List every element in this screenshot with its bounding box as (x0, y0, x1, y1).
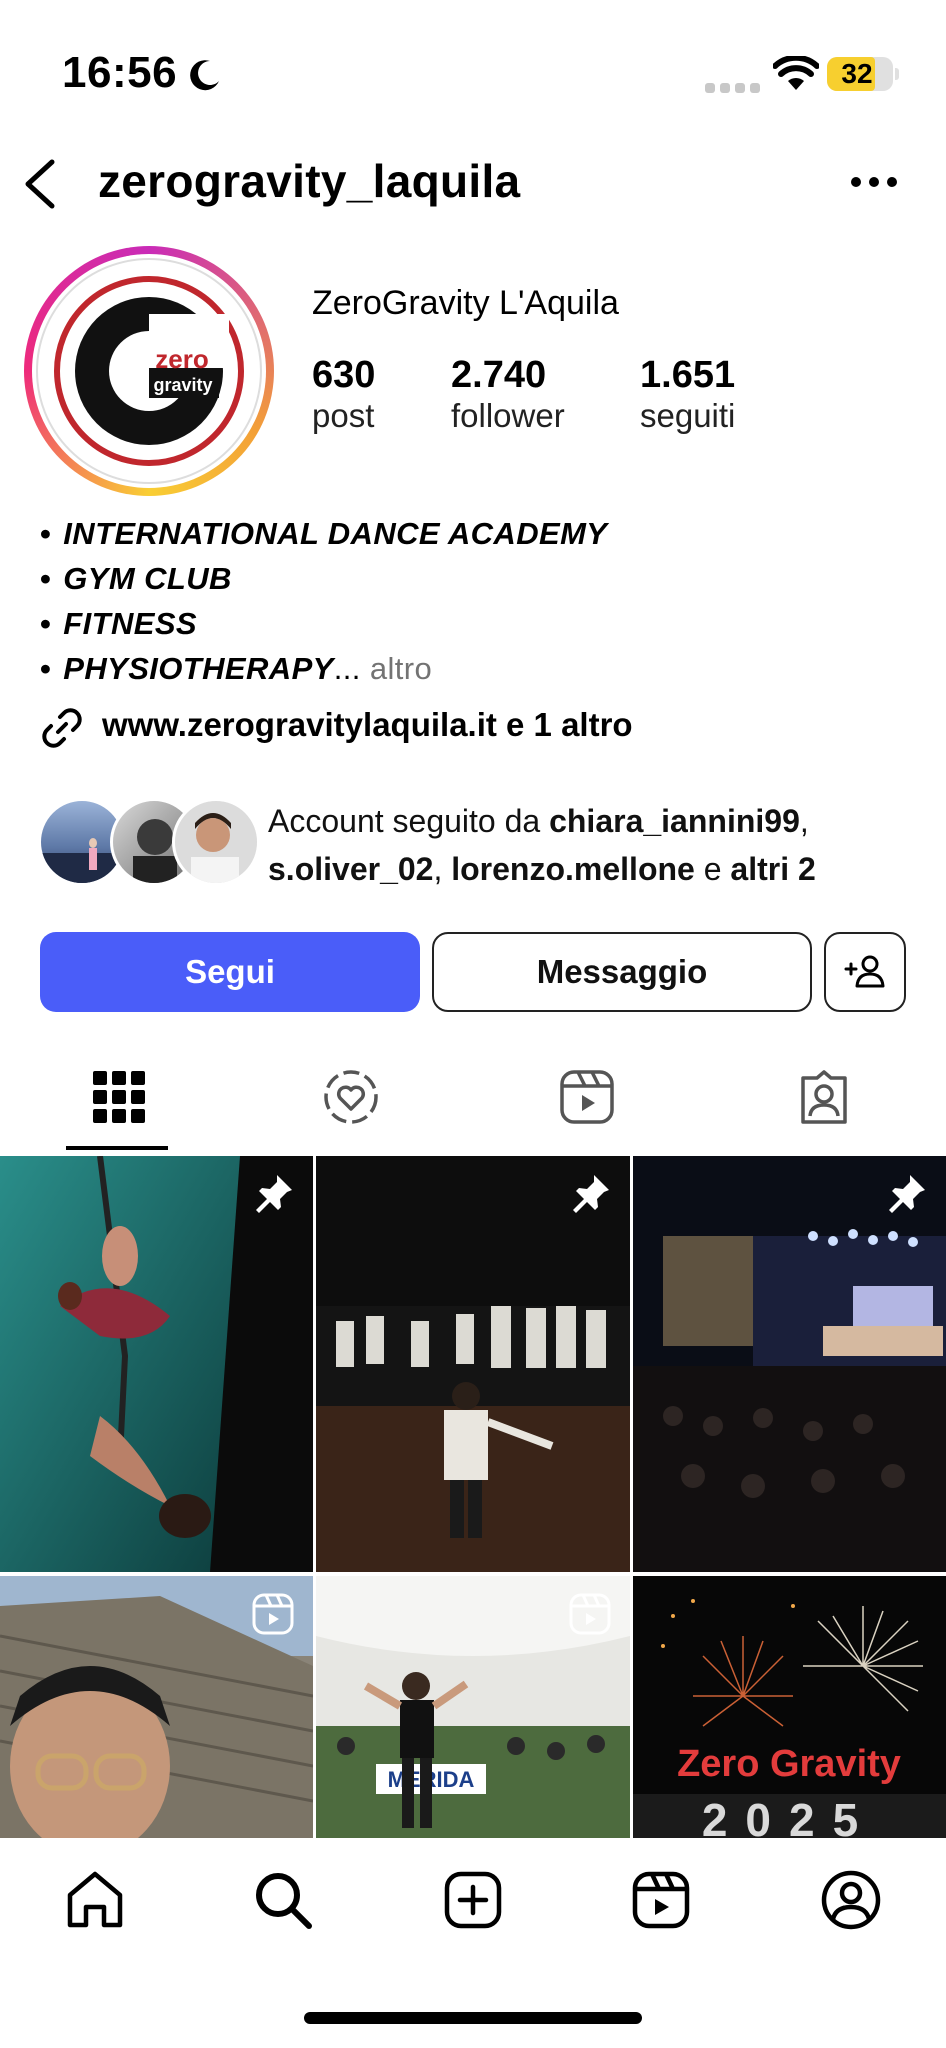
display-name: ZeroGravity L'Aquila (312, 284, 619, 322)
follower-avatar-3 (172, 798, 260, 886)
reel-badge-icon (252, 1593, 294, 1635)
active-tab-indicator (66, 1146, 168, 1150)
home-indicator (304, 2012, 642, 2024)
stat-followers-value: 2.740 (451, 354, 547, 396)
wifi-icon (773, 56, 819, 90)
pinned-icon (573, 1175, 609, 1213)
profile-avatar[interactable]: zero gravity (24, 246, 274, 496)
tab-reels-icon[interactable] (558, 1068, 616, 1126)
tab-tagged-icon[interactable] (795, 1068, 853, 1126)
grid-post-6[interactable]: Zero Gravity 2025 (633, 1576, 946, 1838)
zerogravity-logo: zero gravity (36, 258, 262, 484)
reels-icon[interactable] (630, 1869, 692, 1931)
message-button[interactable]: Messaggio (432, 932, 812, 1012)
link-icon (42, 708, 82, 748)
avatar-gravity-text: gravity (153, 375, 212, 395)
bio-line-3: • FITNESS (40, 606, 197, 641)
profile-username: zerogravity_laquila (98, 155, 521, 207)
stat-posts-label: post (312, 397, 375, 434)
bio-line-1: • INTERNATIONAL DANCE ACADEMY (40, 516, 608, 551)
grid-post-1[interactable] (0, 1156, 313, 1572)
signal-icon (705, 80, 765, 98)
pinned-icon (256, 1175, 292, 1213)
grid-post-5[interactable]: MERIDA (316, 1576, 630, 1838)
bio-more-link[interactable]: altro (370, 651, 432, 686)
add-person-icon (844, 955, 885, 988)
follow-button[interactable]: Segui (40, 932, 420, 1012)
moon-icon (190, 60, 219, 91)
battery-icon: 32 (827, 57, 899, 91)
tab-grid-icon[interactable] (90, 1068, 148, 1126)
stat-followers[interactable]: 2.740 follower (451, 354, 565, 435)
bio-line-2: • GYM CLUB (40, 561, 232, 596)
followed-by-text[interactable]: Account seguito da chiara_iannini99, s.ol… (268, 797, 908, 893)
event-title: Zero Gravity (677, 1743, 901, 1785)
reel-badge-icon (569, 1593, 611, 1635)
website-link[interactable]: www.zerogravitylaquila.it e 1 altro (102, 706, 633, 744)
create-post-icon[interactable] (442, 1869, 504, 1931)
tab-collab-icon[interactable] (322, 1068, 380, 1126)
status-time: 16:56 (62, 48, 178, 97)
profile-icon[interactable] (820, 1869, 882, 1931)
event-year: 2025 (702, 1794, 876, 1838)
more-options-icon[interactable] (850, 170, 898, 194)
suggest-users-button[interactable] (824, 932, 906, 1012)
home-icon[interactable] (64, 1869, 126, 1931)
stat-posts-value: 630 (312, 354, 376, 396)
stat-posts[interactable]: 630 post (312, 354, 375, 435)
back-arrow-icon[interactable] (20, 158, 60, 210)
stat-following-value: 1.651 (640, 354, 736, 396)
stat-following[interactable]: 1.651 seguiti (640, 354, 735, 435)
grid-post-4[interactable] (0, 1576, 313, 1838)
grid-post-2[interactable] (316, 1156, 630, 1572)
stat-following-label: seguiti (640, 397, 736, 434)
bio-line-4: • PHYSIOTHERAPY... altro (40, 651, 433, 686)
battery-level: 32 (841, 58, 873, 89)
avatar-zero-text: zero (155, 344, 208, 374)
pinned-icon (889, 1175, 925, 1213)
stat-followers-label: follower (451, 397, 565, 434)
grid-post-3[interactable] (633, 1156, 946, 1572)
search-icon[interactable] (252, 1869, 314, 1931)
